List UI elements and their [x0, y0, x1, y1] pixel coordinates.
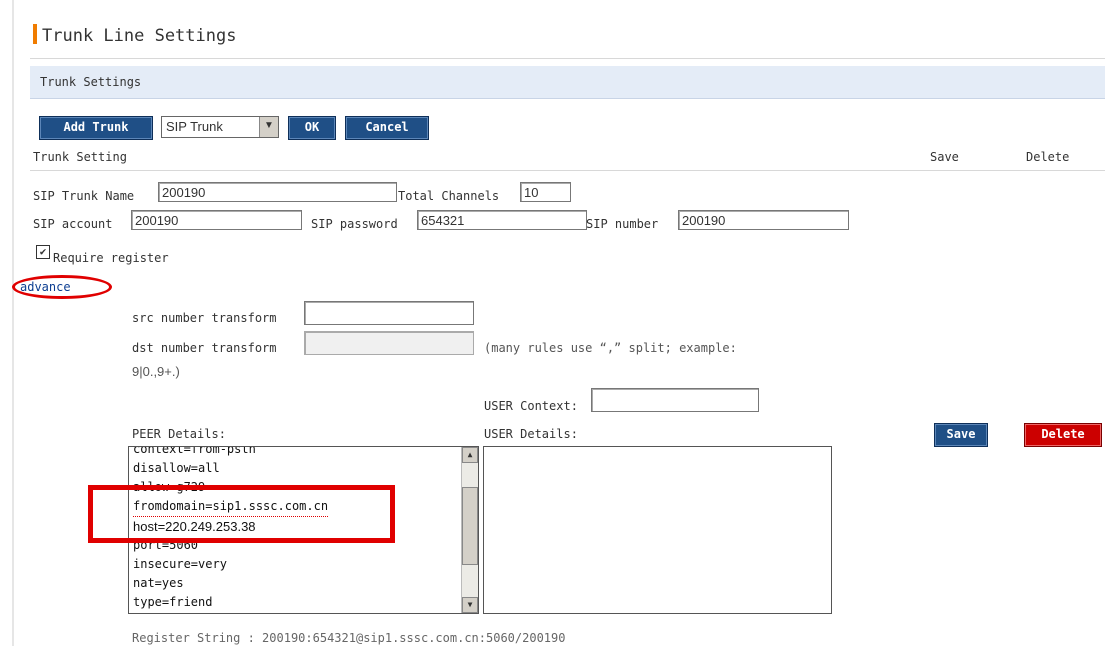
- peer-line: insecure=very: [133, 557, 227, 571]
- delete-button[interactable]: Delete: [1024, 423, 1102, 447]
- left-border: [12, 0, 14, 646]
- sip-account-input[interactable]: 200190: [131, 210, 302, 230]
- transform-hint: (many rules use “,” split; example:: [484, 341, 737, 355]
- peer-line: context=from-pstn: [133, 446, 256, 456]
- sip-number-label: SIP number: [586, 217, 659, 231]
- delete-column-header: Delete: [1026, 150, 1070, 164]
- peer-line: type=friend: [133, 595, 213, 609]
- user-context-input[interactable]: [591, 388, 759, 412]
- section-title: Trunk Settings: [40, 75, 142, 89]
- save-column-header: Save: [930, 150, 959, 164]
- page-title: Trunk Line Settings: [42, 26, 237, 46]
- require-register-checkbox[interactable]: ✔: [36, 245, 50, 259]
- add-trunk-button[interactable]: Add Trunk: [39, 116, 153, 140]
- total-channels-input[interactable]: 10: [520, 182, 571, 202]
- dst-transform-input[interactable]: [304, 331, 474, 355]
- cancel-button[interactable]: Cancel: [345, 116, 429, 140]
- sip-trunk-name-label: SIP Trunk Name: [33, 189, 135, 203]
- scroll-up-icon[interactable]: ▲: [462, 447, 478, 463]
- annotation-oval: [12, 275, 112, 299]
- total-channels-label: Total Channels: [398, 189, 500, 203]
- sip-trunk-name-input[interactable]: 200190: [158, 182, 397, 202]
- src-transform-input[interactable]: [304, 301, 474, 325]
- user-details-textarea[interactable]: [483, 446, 832, 614]
- peer-line: nat=yes: [133, 576, 184, 590]
- sip-password-label: SIP password: [311, 217, 398, 231]
- sip-account-label: SIP account: [33, 217, 113, 231]
- annotation-rectangle: [88, 485, 395, 543]
- src-transform-label: src number transform: [132, 311, 277, 325]
- peer-details-label: PEER Details:: [132, 427, 226, 441]
- ok-button[interactable]: OK: [288, 116, 336, 140]
- user-details-label: USER Details:: [484, 427, 578, 441]
- scroll-down-icon[interactable]: ▼: [462, 597, 478, 613]
- chevron-down-icon[interactable]: ▼: [259, 117, 278, 137]
- require-register-label: Require register: [53, 251, 169, 265]
- register-string: Register String : 200190:654321@sip1.sss…: [132, 631, 566, 645]
- sip-password-input[interactable]: 654321: [417, 210, 587, 230]
- trunk-setting-header: Trunk Setting: [33, 150, 127, 164]
- title-accent-bar: [33, 24, 37, 44]
- section-header: Trunk Settings: [30, 66, 1105, 99]
- user-context-label: USER Context:: [484, 399, 578, 413]
- save-button[interactable]: Save: [934, 423, 988, 447]
- dst-transform-label: dst number transform: [132, 341, 277, 355]
- header-divider: [30, 170, 1105, 171]
- transform-hint-example: 9|0.,9+.): [132, 364, 180, 379]
- peer-line: disallow=all: [133, 461, 220, 475]
- scroll-thumb[interactable]: [462, 487, 478, 565]
- sip-number-input[interactable]: 200190: [678, 210, 849, 230]
- trunk-type-select[interactable]: SIP Trunk ▼: [161, 116, 279, 138]
- peer-details-scrollbar[interactable]: ▲ ▼: [461, 447, 478, 613]
- trunk-type-value: SIP Trunk: [166, 119, 223, 134]
